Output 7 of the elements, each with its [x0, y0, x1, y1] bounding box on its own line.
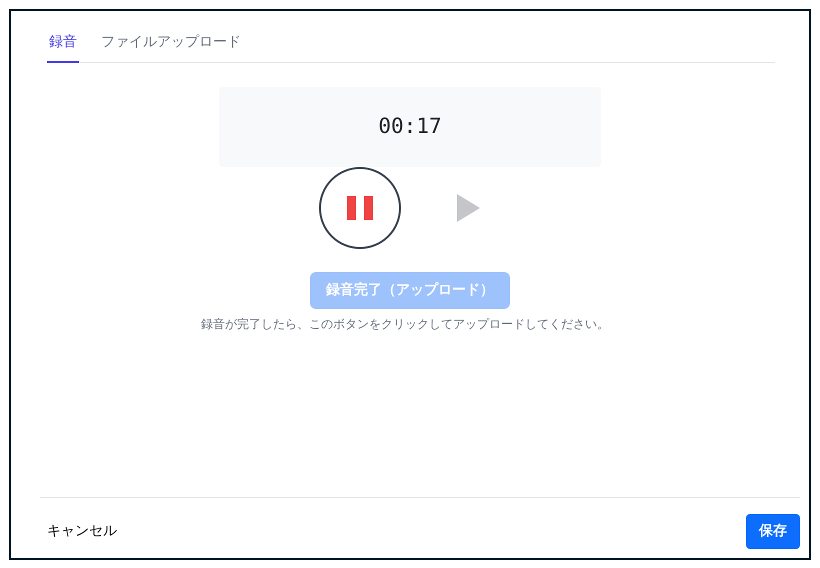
tab[interactable]: 録音: [47, 30, 79, 63]
tab[interactable]: ファイルアップロード: [99, 30, 243, 63]
hint-text: 録音が完了したら、このボタンをクリックしてアップロードしてください。: [200, 316, 610, 333]
save-button[interactable]: 保存: [746, 514, 800, 549]
cancel-button[interactable]: キャンセル: [47, 521, 117, 542]
timer-display: 00:17: [219, 87, 601, 167]
pause-icon: [346, 196, 372, 220]
